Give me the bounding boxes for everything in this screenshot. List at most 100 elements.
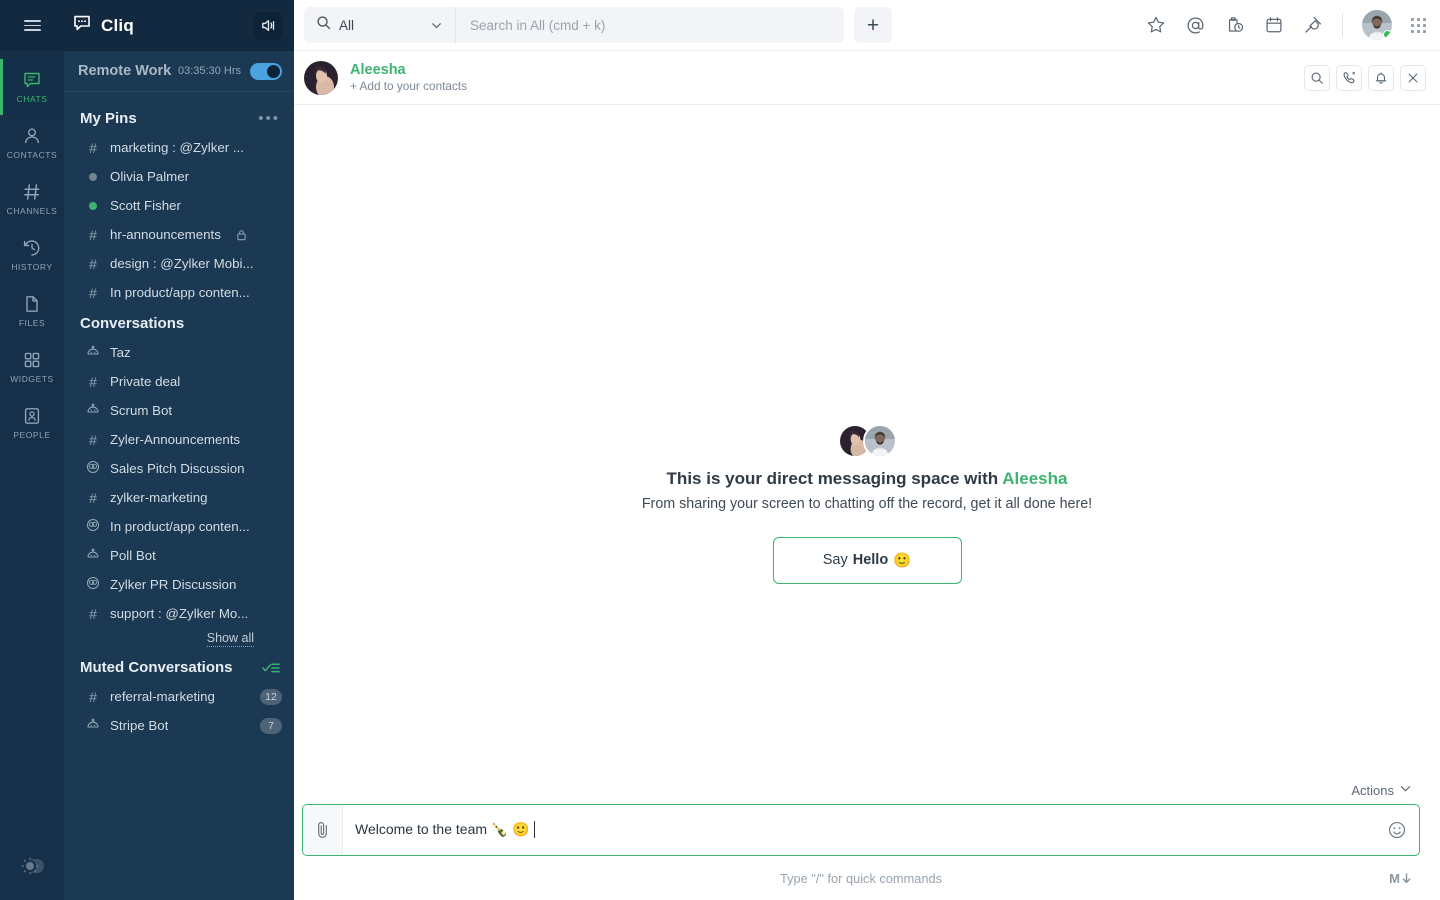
- status-bar: Remote Work 03:35:30 Hrs: [64, 51, 294, 92]
- list-item-label: In product/app conten...: [110, 519, 250, 534]
- list-item[interactable]: # Private deal: [64, 367, 294, 396]
- integrations-plug-icon[interactable]: [1303, 15, 1323, 35]
- list-item[interactable]: Scott Fisher: [64, 191, 294, 220]
- list-item-label: Scott Fisher: [110, 198, 181, 213]
- presence-dot-online-icon: [89, 201, 97, 210]
- list-item-label: Zyler-Announcements: [110, 432, 241, 447]
- bot-icon: [86, 547, 100, 564]
- hamburger-menu-icon[interactable]: [23, 20, 41, 31]
- list-item-label: design : @Zylker Mobi...: [110, 256, 254, 271]
- main-panel: All +: [294, 0, 1440, 900]
- reminders-clock-icon[interactable]: [1225, 15, 1245, 35]
- say-hello-button[interactable]: Say Hello 🙂: [772, 536, 962, 584]
- list-item[interactable]: # In product/app conten...: [64, 278, 294, 307]
- list-item[interactable]: Sales Pitch Discussion: [64, 454, 294, 483]
- list-item-label: marketing : @Zylker ...: [110, 140, 244, 155]
- list-item[interactable]: # support : @Zylker Mo...: [64, 599, 294, 628]
- message-input[interactable]: Welcome to the team 🍾 🙂: [343, 805, 1375, 855]
- calendar-icon[interactable]: [1264, 15, 1284, 35]
- search-scope-selector[interactable]: All: [304, 7, 456, 43]
- attachment-paperclip-icon[interactable]: [303, 805, 343, 855]
- close-chat-icon[interactable]: [1400, 64, 1426, 91]
- files-document-icon: [22, 294, 42, 314]
- hash-icon: #: [89, 284, 97, 301]
- welcome-subtitle: From sharing your screen to chatting off…: [641, 495, 1093, 512]
- add-to-contacts-link[interactable]: + Add to your contacts: [350, 79, 467, 94]
- mark-all-read-icon[interactable]: [262, 661, 280, 675]
- contact-avatar[interactable]: [304, 60, 338, 95]
- rail-item-widgets[interactable]: WIDGETS: [0, 339, 64, 395]
- rail-item-label: CHATS: [16, 94, 48, 104]
- presence-indicator: [1383, 30, 1392, 39]
- list-item-label: Zylker PR Discussion: [110, 577, 237, 592]
- search-in-chat-icon[interactable]: [1304, 64, 1330, 91]
- actions-button[interactable]: Actions: [1351, 782, 1412, 798]
- avatar[interactable]: [1362, 10, 1392, 40]
- new-chat-button[interactable]: +: [854, 7, 892, 43]
- hash-icon: #: [89, 688, 97, 705]
- actions-label: Actions: [1351, 782, 1394, 798]
- message-composer[interactable]: Welcome to the team 🍾 🙂: [302, 804, 1420, 856]
- list-item[interactable]: # marketing : @Zylker ...: [64, 133, 294, 162]
- list-item[interactable]: Scrum Bot: [64, 396, 294, 425]
- list-item[interactable]: # zylker-marketing: [64, 483, 294, 512]
- bot-icon: [86, 344, 100, 361]
- status-toggle[interactable]: [250, 62, 282, 80]
- list-item-label: support : @Zylker Mo...: [110, 606, 249, 621]
- list-item[interactable]: # design : @Zylker Mobi...: [64, 249, 294, 278]
- rail-item-channels[interactable]: CHANNELS: [0, 171, 64, 227]
- widgets-grid-icon: [22, 350, 42, 370]
- search-bar: All: [304, 7, 844, 43]
- markdown-down-arrow-icon[interactable]: M: [1389, 871, 1412, 886]
- list-item[interactable]: Taz: [64, 338, 294, 367]
- sidebar: Cliq Remote Work 03:35:30 Hrs My Pins ••…: [64, 0, 294, 900]
- star-favorites-icon[interactable]: [1146, 15, 1166, 35]
- show-all-link[interactable]: Show all: [64, 628, 294, 647]
- notification-bell-icon[interactable]: [1368, 64, 1394, 91]
- rail-item-files[interactable]: FILES: [0, 283, 64, 339]
- emoji-smiley-icon[interactable]: [1375, 805, 1419, 855]
- chat-header: Aleesha + Add to your contacts: [294, 51, 1440, 105]
- list-item[interactable]: In product/app conten...: [64, 512, 294, 541]
- list-item-label: Sales Pitch Discussion: [110, 461, 245, 476]
- list-item[interactable]: Olivia Palmer: [64, 162, 294, 191]
- list-item[interactable]: Stripe Bot 7: [64, 711, 294, 740]
- search-icon: [316, 15, 331, 35]
- my-pins-header: My Pins •••: [64, 102, 294, 133]
- rail-item-people[interactable]: PEOPLE: [0, 395, 64, 451]
- list-item[interactable]: # referral-marketing 12: [64, 682, 294, 711]
- composer-footer: Type "/" for quick commands M: [302, 856, 1420, 900]
- muted-conversations-title: Muted Conversations: [80, 659, 233, 676]
- list-item-label: Taz: [110, 345, 131, 360]
- chevron-down-icon: [430, 19, 443, 32]
- welcome-title-prefix: This is your direct messaging space with: [666, 468, 1003, 488]
- conversations-header: Conversations: [64, 307, 294, 338]
- sun-theme-toggle-icon[interactable]: [18, 857, 46, 880]
- speaker-volume-icon[interactable]: [254, 11, 282, 40]
- say-hello-bold: Hello: [852, 552, 889, 568]
- rail-item-history[interactable]: HISTORY: [0, 227, 64, 283]
- top-bar: All +: [294, 0, 1440, 51]
- mention-at-icon[interactable]: [1185, 15, 1206, 36]
- say-hello-emoji: 🙂: [893, 552, 912, 569]
- say-hello-prefix: Say: [822, 552, 848, 568]
- chats-icon: [22, 70, 42, 90]
- call-phone-icon[interactable]: [1336, 64, 1362, 91]
- list-item[interactable]: Zylker PR Discussion: [64, 570, 294, 599]
- rail-item-contacts[interactable]: CONTACTS: [0, 115, 64, 171]
- chat-body: This is your direct messaging space with…: [294, 105, 1440, 782]
- muted-conversations-list: # referral-marketing 12 Stripe Bot 7: [64, 682, 294, 740]
- list-item[interactable]: # Zyler-Announcements: [64, 425, 294, 454]
- sidebar-scroll-area[interactable]: My Pins ••• # marketing : @Zylker ... Oliv…: [64, 92, 294, 900]
- rail-logo-area: [0, 0, 64, 51]
- apps-grid-icon[interactable]: [1411, 17, 1426, 33]
- search-input[interactable]: [456, 7, 844, 43]
- composer-hint: Type "/" for quick commands: [780, 870, 942, 886]
- more-options-icon[interactable]: •••: [258, 111, 280, 126]
- rail-item-chats[interactable]: CHATS: [0, 59, 64, 115]
- bot-icon: [86, 717, 100, 734]
- app-title: Cliq: [101, 15, 134, 35]
- list-item[interactable]: Poll Bot: [64, 541, 294, 570]
- conversations-list: Taz # Private deal Scrum Bot # Zyler-Announce…: [64, 338, 294, 628]
- list-item[interactable]: # hr-announcements: [64, 220, 294, 249]
